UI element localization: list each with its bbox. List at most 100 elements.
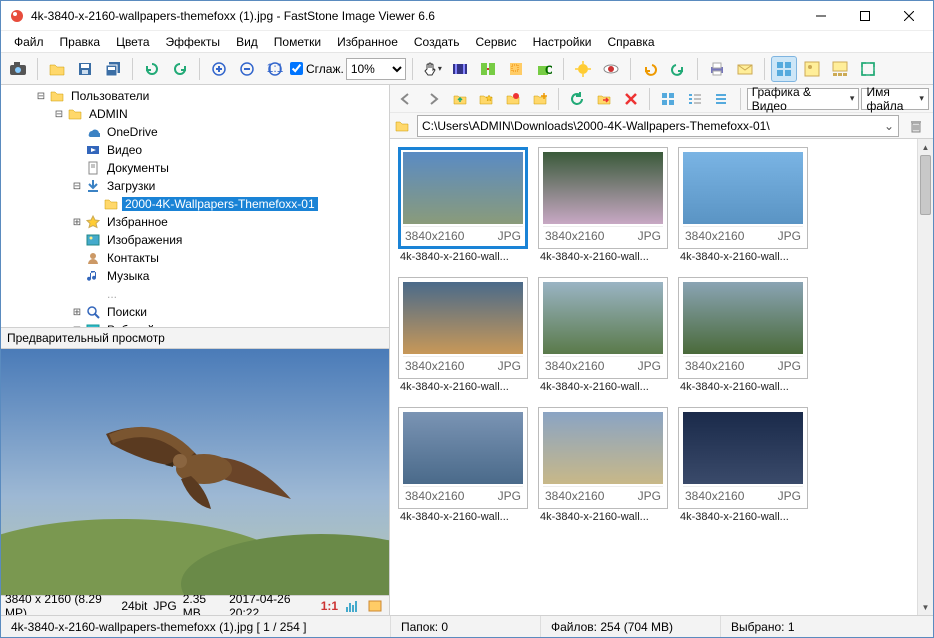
nav-forward-button[interactable] bbox=[421, 86, 446, 112]
save-button[interactable] bbox=[72, 56, 98, 82]
menu-settings[interactable]: Настройки bbox=[526, 33, 599, 51]
delete-button[interactable] bbox=[618, 86, 643, 112]
sort-combo[interactable]: Имя файла bbox=[861, 88, 928, 110]
thumbnail-frame[interactable]: 3840x2160JPG bbox=[678, 277, 808, 379]
compare-button[interactable] bbox=[475, 56, 501, 82]
rotate-right-button[interactable] bbox=[167, 56, 193, 82]
tree-node-selected-folder[interactable]: 2000-4K-Wallpapers-Themefoxx-01 bbox=[5, 195, 385, 213]
thumbnail-frame[interactable]: 3840x2160JPG bbox=[398, 277, 528, 379]
acquire-button[interactable] bbox=[5, 56, 31, 82]
fav-list-button[interactable] bbox=[501, 86, 526, 112]
zoom-out-button[interactable] bbox=[234, 56, 260, 82]
scroll-down-button[interactable]: ▼ bbox=[918, 599, 933, 615]
redo-button[interactable] bbox=[665, 56, 691, 82]
thumbnail-item[interactable]: 3840x2160JPG 4k-3840-x-2160-wall... bbox=[398, 407, 528, 523]
adjust-button[interactable] bbox=[570, 56, 596, 82]
thumbnail-grid[interactable]: 3840x2160JPG 4k-3840-x-2160-wall... 3840… bbox=[390, 139, 933, 615]
move-button[interactable] bbox=[592, 86, 617, 112]
zoom-actual-button[interactable]: 1:1 bbox=[262, 56, 288, 82]
exif-icon[interactable] bbox=[368, 598, 382, 614]
hand-tool-button[interactable]: ▾ bbox=[419, 56, 445, 82]
slideshow-button[interactable] bbox=[447, 56, 473, 82]
tree-node-downloads[interactable]: ⊟Загрузки bbox=[5, 177, 385, 195]
menu-favorites[interactable]: Избранное bbox=[330, 33, 405, 51]
thumbnail-item[interactable]: 3840x2160JPG 4k-3840-x-2160-wall... bbox=[538, 277, 668, 393]
tree-node-favorites[interactable]: ⊞Избранное bbox=[5, 213, 385, 231]
scroll-up-button[interactable]: ▲ bbox=[918, 139, 933, 155]
filter-combo[interactable]: Графика & Видео bbox=[747, 88, 860, 110]
scroll-thumb[interactable] bbox=[920, 155, 931, 215]
preview-pane[interactable] bbox=[1, 349, 389, 595]
thumbnail-frame[interactable]: 3840x2160JPG bbox=[538, 277, 668, 379]
open-button[interactable] bbox=[44, 56, 70, 82]
thumbnail-item[interactable]: 3840x2160JPG 4k-3840-x-2160-wall... bbox=[538, 147, 668, 263]
view-single-button[interactable] bbox=[799, 56, 825, 82]
right-panel: Графика & Видео Имя файла C:\Users\ADMIN… bbox=[390, 85, 933, 615]
thumbnail-item[interactable]: 3840x2160JPG 4k-3840-x-2160-wall... bbox=[678, 277, 808, 393]
minimize-button[interactable] bbox=[799, 2, 843, 30]
menu-tags[interactable]: Пометки bbox=[267, 33, 328, 51]
view-large-icons-button[interactable] bbox=[656, 86, 681, 112]
tree-node-video[interactable]: Видео bbox=[5, 141, 385, 159]
tree-node-images[interactable]: Изображения bbox=[5, 231, 385, 249]
fav-add-button[interactable] bbox=[474, 86, 499, 112]
tree-node-music[interactable]: Музыка bbox=[5, 267, 385, 285]
delete-folder-button[interactable] bbox=[903, 113, 929, 139]
save-all-button[interactable] bbox=[100, 56, 126, 82]
new-folder-button[interactable] bbox=[527, 86, 552, 112]
thumbnail-item[interactable]: 3840x2160JPG 4k-3840-x-2160-wall... bbox=[678, 407, 808, 523]
smoothing-checkbox[interactable]: Сглаж. bbox=[290, 62, 344, 76]
thumbnail-item[interactable]: 3840x2160JPG 4k-3840-x-2160-wall... bbox=[678, 147, 808, 263]
print-button[interactable] bbox=[704, 56, 730, 82]
scrollbar[interactable]: ▲ ▼ bbox=[917, 139, 933, 615]
nav-back-button[interactable] bbox=[394, 86, 419, 112]
smoothing-input[interactable] bbox=[290, 62, 303, 75]
thumbnail-item[interactable]: 3840x2160JPG 4k-3840-x-2160-wall... bbox=[538, 407, 668, 523]
zoom-select[interactable]: 10% bbox=[346, 58, 406, 80]
close-button[interactable] bbox=[887, 2, 931, 30]
folder-tree[interactable]: ⊟Пользователи ⊟ADMIN OneDrive Видео Доку… bbox=[1, 85, 389, 327]
tree-node-users[interactable]: ⊟Пользователи bbox=[5, 87, 385, 105]
nav-up-button[interactable] bbox=[447, 86, 472, 112]
tree-node-docs[interactable]: Документы bbox=[5, 159, 385, 177]
thumbnail-item[interactable]: 3840x2160JPG 4k-3840-x-2160-wall... bbox=[398, 277, 528, 393]
email-button[interactable] bbox=[732, 56, 758, 82]
fullscreen-button[interactable] bbox=[855, 56, 881, 82]
tree-node-search[interactable]: ⊞Поиски bbox=[5, 303, 385, 321]
thumbnail-frame[interactable]: 3840x2160JPG bbox=[398, 147, 528, 249]
menu-colors[interactable]: Цвета bbox=[109, 33, 156, 51]
histogram-icon[interactable] bbox=[344, 598, 358, 614]
batch-convert-button[interactable]: CB bbox=[531, 56, 557, 82]
refresh-button[interactable] bbox=[565, 86, 590, 112]
view-list-button[interactable] bbox=[709, 86, 734, 112]
thumbnail-item[interactable]: 3840x2160JPG 4k-3840-x-2160-wall... bbox=[398, 147, 528, 263]
thumbnail-frame[interactable]: 3840x2160JPG bbox=[538, 407, 668, 509]
thumbnail-frame[interactable]: 3840x2160JPG bbox=[678, 147, 808, 249]
menu-tools[interactable]: Сервис bbox=[469, 33, 524, 51]
browser-toolbar: Графика & Видео Имя файла bbox=[390, 85, 933, 113]
rotate-left-button[interactable] bbox=[139, 56, 165, 82]
thumbnail-frame[interactable]: 3840x2160JPG bbox=[678, 407, 808, 509]
crop-button[interactable] bbox=[503, 56, 529, 82]
menu-create[interactable]: Создать bbox=[407, 33, 467, 51]
undo-button[interactable] bbox=[637, 56, 663, 82]
thumbnail-frame[interactable]: 3840x2160JPG bbox=[398, 407, 528, 509]
menu-edit[interactable]: Правка bbox=[53, 33, 108, 51]
menu-file[interactable]: Файл bbox=[7, 33, 51, 51]
view-thumbnails-button[interactable] bbox=[771, 56, 797, 82]
tree-node-onedrive[interactable]: OneDrive bbox=[5, 123, 385, 141]
maximize-button[interactable] bbox=[843, 2, 887, 30]
thumbnail-name: 4k-3840-x-2160-wall... bbox=[398, 249, 528, 263]
tree-node-admin[interactable]: ⊟ADMIN bbox=[5, 105, 385, 123]
path-combo[interactable]: C:\Users\ADMIN\Downloads\2000-4K-Wallpap… bbox=[417, 115, 899, 137]
view-filmstrip-button[interactable] bbox=[827, 56, 853, 82]
redeye-button[interactable] bbox=[598, 56, 624, 82]
zoom-in-button[interactable] bbox=[206, 56, 232, 82]
tree-node-contacts[interactable]: Контакты bbox=[5, 249, 385, 267]
menu-view[interactable]: Вид bbox=[229, 33, 265, 51]
thumbnail-frame[interactable]: 3840x2160JPG bbox=[538, 147, 668, 249]
thumbnail-meta: 3840x2160JPG bbox=[683, 486, 803, 504]
menu-help[interactable]: Справка bbox=[600, 33, 661, 51]
menu-effects[interactable]: Эффекты bbox=[159, 33, 228, 51]
view-details-button[interactable] bbox=[682, 86, 707, 112]
